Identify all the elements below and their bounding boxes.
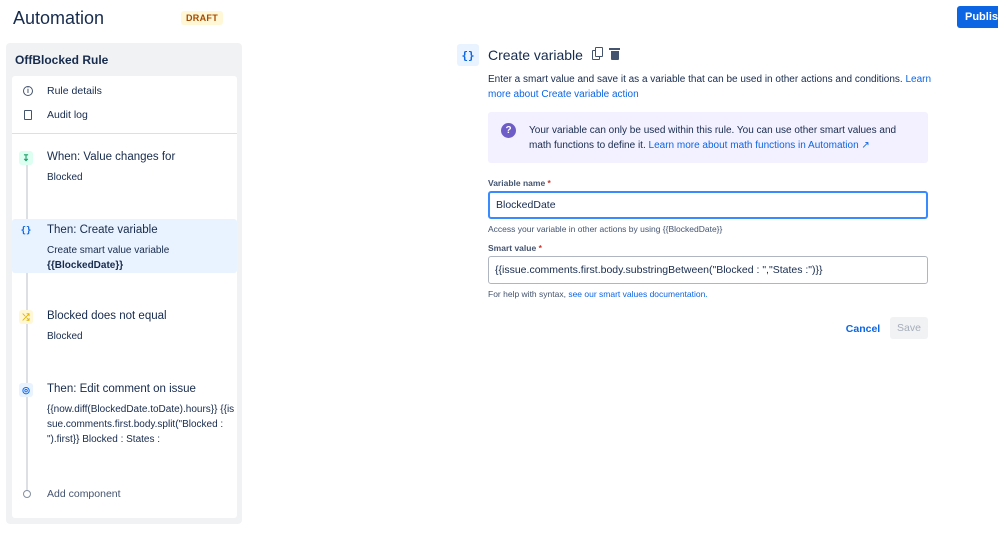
condition-icon: ⤮ bbox=[19, 310, 33, 324]
nav-rule-details[interactable]: i Rule details bbox=[22, 85, 102, 97]
required-mark: * bbox=[547, 178, 551, 188]
trash-icon[interactable] bbox=[609, 47, 620, 60]
component-subtitle: Blocked bbox=[47, 331, 83, 342]
info-text: Your variable can only be used within th… bbox=[529, 123, 919, 153]
rule-name: OffBlocked Rule bbox=[15, 53, 109, 67]
smart-value-helper-text: For help with syntax, bbox=[488, 289, 566, 299]
component-edit-comment[interactable]: ◎ Then: Edit comment on issue {{now.diff… bbox=[12, 380, 237, 450]
component-subtitle-text: Create smart value variable bbox=[47, 245, 170, 256]
question-icon: ? bbox=[501, 123, 516, 138]
copy-icon[interactable] bbox=[592, 47, 603, 60]
variable-name-label: Variable name * bbox=[488, 178, 551, 188]
smart-value-label: Smart value * bbox=[488, 243, 542, 253]
rule-sidebar: OffBlocked Rule i Rule details Audit log… bbox=[6, 43, 242, 524]
cancel-button[interactable]: Cancel bbox=[843, 318, 883, 339]
panel-title: Create variable bbox=[488, 47, 583, 63]
smart-values-docs-link[interactable]: see our smart values documentation. bbox=[568, 289, 707, 299]
nav-audit-log-label: Audit log bbox=[47, 109, 88, 121]
divider bbox=[12, 133, 237, 134]
component-title: Then: Create variable bbox=[47, 224, 158, 236]
variable-name-helper: Access your variable in other actions by… bbox=[488, 224, 723, 234]
component-title: When: Value changes for bbox=[47, 151, 176, 163]
trigger-icon: ↧ bbox=[19, 151, 33, 165]
rule-outline: i Rule details Audit log ↧ When: Value c… bbox=[12, 76, 237, 518]
variable-token: {{BlockedDate}} bbox=[47, 260, 124, 271]
comment-icon: ◎ bbox=[19, 383, 33, 397]
nav-audit-log[interactable]: Audit log bbox=[22, 109, 88, 121]
draft-badge: DRAFT bbox=[181, 11, 223, 25]
smart-value-helper: For help with syntax, see our smart valu… bbox=[488, 289, 708, 299]
document-icon bbox=[22, 109, 34, 121]
component-subtitle: Blocked bbox=[47, 172, 83, 183]
variable-name-label-text: Variable name bbox=[488, 178, 546, 188]
component-title: Blocked does not equal bbox=[47, 310, 167, 322]
app-title: Automation bbox=[13, 8, 105, 28]
component-subtitle: Create smart value variable {{BlockedDat… bbox=[47, 243, 237, 273]
required-mark: * bbox=[538, 243, 542, 253]
component-subtitle: {{now.diff(BlockedDate.toDate).hours}} {… bbox=[47, 404, 235, 445]
nav-rule-details-label: Rule details bbox=[47, 85, 102, 97]
info-icon: i bbox=[22, 85, 34, 97]
panel-description: Enter a smart value and save it as a var… bbox=[488, 72, 933, 102]
component-create-variable[interactable]: {} Then: Create variable Create smart va… bbox=[12, 219, 237, 273]
add-component-dot-icon bbox=[23, 490, 31, 498]
variable-name-input[interactable] bbox=[488, 191, 928, 219]
braces-icon: {} bbox=[457, 44, 479, 66]
add-component-button[interactable]: Add component bbox=[47, 488, 121, 500]
save-button[interactable]: Save bbox=[890, 317, 928, 339]
braces-icon: {} bbox=[19, 224, 33, 238]
smart-value-input[interactable] bbox=[488, 256, 928, 284]
component-trigger[interactable]: ↧ When: Value changes for Blocked bbox=[12, 148, 237, 188]
publish-button[interactable]: Publish bbox=[957, 6, 998, 28]
smart-value-label-text: Smart value bbox=[488, 243, 537, 253]
panel-description-text: Enter a smart value and save it as a var… bbox=[488, 74, 903, 85]
component-title: Then: Edit comment on issue bbox=[47, 383, 196, 395]
math-functions-link[interactable]: Learn more about math functions in Autom… bbox=[649, 140, 870, 151]
info-box: ? Your variable can only be used within … bbox=[488, 112, 928, 163]
component-condition[interactable]: ⤮ Blocked does not equal Blocked bbox=[12, 307, 237, 347]
